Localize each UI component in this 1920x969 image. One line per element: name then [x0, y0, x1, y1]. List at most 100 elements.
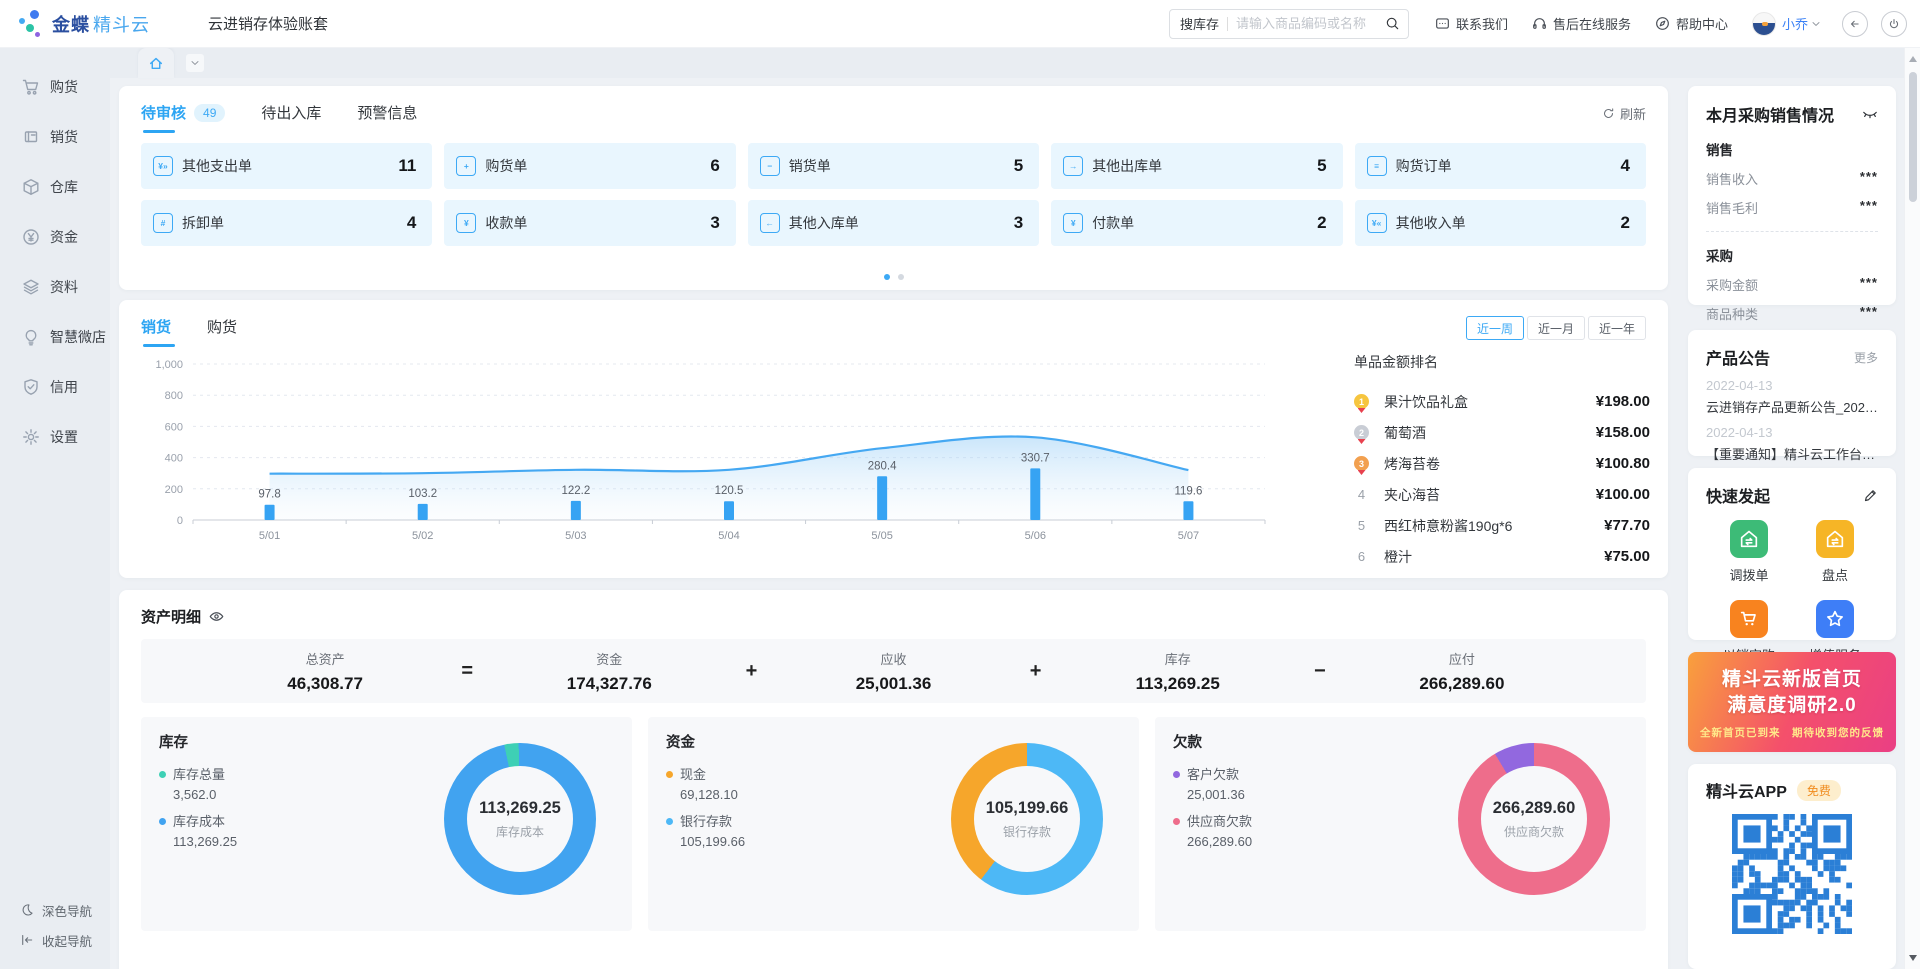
todo-stat-card-1[interactable]: ¥»其他支出单11	[141, 143, 432, 189]
ranking-row-2[interactable]: 2葡萄酒¥158.00	[1354, 417, 1650, 448]
app-qr-code	[1732, 814, 1852, 934]
tab-dropdown-button[interactable]	[186, 54, 204, 72]
carousel-dot-2[interactable]	[898, 274, 904, 280]
brand-name: 金蝶	[52, 11, 90, 37]
inventory-search[interactable]: 搜库存	[1169, 9, 1409, 39]
assets-panel: 资产明细 总资产46,308.77=资金174,327.76+应收25,001.…	[119, 590, 1668, 969]
trend-tab-2[interactable]: 购货	[207, 316, 237, 347]
back-button[interactable]	[1842, 11, 1868, 37]
sidebar-item-4[interactable]: 资金	[0, 212, 110, 262]
sidebar-item-6[interactable]: 智慧微店	[0, 312, 110, 362]
survey-banner[interactable]: 精斗云新版首页 满意度调研2.0 全新首页已到来 期待收到您的反馈	[1688, 652, 1896, 752]
logout-button[interactable]	[1881, 11, 1907, 37]
search-scope-label[interactable]: 搜库存	[1180, 14, 1219, 33]
ranking-row-1[interactable]: 1果汁饮品礼盒¥198.00	[1354, 386, 1650, 417]
formula-term-label: 资金	[596, 649, 622, 668]
todo-stat-card-10[interactable]: ¥«其他收入单2	[1355, 200, 1646, 246]
section-divider	[1706, 231, 1878, 232]
layers-icon	[22, 278, 40, 296]
power-icon	[1887, 17, 1901, 31]
month-row-label: 销售收入	[1706, 169, 1758, 188]
todo-stat-card-6[interactable]: #拆卸单4	[141, 200, 432, 246]
after-sales-service-link[interactable]: 售后在线服务	[1532, 14, 1631, 33]
contact-us-link[interactable]: 联系我们	[1435, 14, 1508, 33]
sidebar-footer-2[interactable]: 收起导航	[0, 925, 110, 955]
announcement-link[interactable]: 【重要通知】精斗云工作台域...	[1706, 444, 1878, 463]
todo-stat-card-7[interactable]: ¥收款单3	[444, 200, 735, 246]
todo-tab-2[interactable]: 待出入库	[261, 102, 321, 133]
ranking-row-3[interactable]: 3烤海苔卷¥100.80	[1354, 448, 1650, 479]
sidebar-footer-label: 收起导航	[42, 931, 92, 950]
formula-operator: =	[439, 660, 495, 683]
range-button-3[interactable]: 近一年	[1588, 316, 1646, 340]
todo-stat-card-3[interactable]: −销货单5	[748, 143, 1039, 189]
announcements-more-link[interactable]: 更多	[1854, 349, 1878, 366]
svg-text:200: 200	[165, 484, 183, 496]
todo-stat-card-5[interactable]: ≡购货订单4	[1355, 143, 1646, 189]
todo-tab-3[interactable]: 预警信息	[357, 102, 417, 133]
range-button-2[interactable]: 近一月	[1527, 316, 1585, 340]
todo-stat-card-9[interactable]: ¥付款单2	[1051, 200, 1342, 246]
sidebar-item-1[interactable]: 购货	[0, 62, 110, 112]
help-center-link[interactable]: 帮助中心	[1655, 14, 1728, 33]
month-summary-row: 销售收入 ***	[1706, 169, 1878, 188]
search-icon[interactable]	[1385, 16, 1400, 31]
trend-tab-1[interactable]: 销货	[141, 316, 171, 347]
avatar[interactable]	[1752, 12, 1776, 36]
scroll-down-arrow[interactable]	[1909, 955, 1917, 961]
sidebar-item-label: 设置	[50, 427, 78, 447]
donut-center: 113,269.25库存成本	[467, 766, 573, 872]
stat-card-label: 其他支出单	[182, 156, 398, 176]
page-scrollbar[interactable]	[1904, 48, 1920, 969]
announcement-date: 2022-04-13	[1706, 425, 1878, 440]
range-button-1[interactable]: 近一周	[1466, 316, 1524, 340]
month-summary-row: 采购金额***	[1706, 275, 1878, 294]
sidebar-item-3[interactable]: 仓库	[0, 162, 110, 212]
announcement-link[interactable]: 云进销存产品更新公告_20220...	[1706, 397, 1878, 416]
carousel-dot-1[interactable]	[884, 274, 890, 280]
scrollbar-thumb[interactable]	[1909, 72, 1917, 202]
todo-stat-card-2[interactable]: +购货单6	[444, 143, 735, 189]
ranking-item-name: 葡萄酒	[1384, 423, 1588, 443]
svg-text:330.7: 330.7	[1021, 452, 1050, 464]
home-tab[interactable]	[138, 48, 174, 78]
refresh-button[interactable]: 刷新	[1602, 104, 1646, 123]
svg-text:5/06: 5/06	[1025, 530, 1046, 542]
month-row-value: ***	[1860, 304, 1878, 323]
message-icon	[1435, 16, 1450, 31]
eye-closed-icon[interactable]	[1862, 106, 1878, 122]
stat-card-count: 5	[1317, 156, 1326, 176]
svg-text:119.6: 119.6	[1174, 485, 1202, 497]
stat-card-label: 付款单	[1092, 213, 1317, 233]
sidebar-item-label: 智慧微店	[50, 327, 106, 347]
sidebar-item-5[interactable]: 资料	[0, 262, 110, 312]
ranking-row-6[interactable]: 6橙汁¥75.00	[1354, 541, 1650, 572]
month-row-value: ***	[1860, 198, 1878, 217]
formula-term-value: 46,308.77	[287, 674, 363, 694]
user-name: 小乔	[1782, 14, 1808, 33]
ranking-item-name: 果汁饮品礼盒	[1384, 392, 1588, 412]
ranking-row-4[interactable]: 4夹心海苔¥100.00	[1354, 479, 1650, 510]
quick-action-2[interactable]: 盘点	[1792, 520, 1878, 584]
sidebar-item-label: 资料	[50, 277, 78, 297]
other-expense-bill-icon: ¥»	[153, 156, 173, 176]
sidebar-item-8[interactable]: 设置	[0, 412, 110, 462]
moon-icon	[20, 903, 34, 917]
pencil-icon[interactable]	[1863, 488, 1878, 503]
svg-text:97.8: 97.8	[258, 489, 280, 501]
search-input[interactable]	[1236, 16, 1385, 31]
ranking-row-5[interactable]: 5西红柿意粉酱190g*6¥77.70	[1354, 510, 1650, 541]
eye-icon[interactable]	[209, 609, 224, 624]
sidebar-item-7[interactable]: 信用	[0, 362, 110, 412]
todo-stat-card-4[interactable]: →其他出库单5	[1051, 143, 1342, 189]
todo-tab-1[interactable]: 待审核49	[141, 102, 225, 133]
scroll-up-arrow[interactable]	[1909, 56, 1917, 62]
quick-action-1[interactable]: 调拨单	[1706, 520, 1792, 584]
month-row-value: ***	[1860, 169, 1878, 188]
sidebar-item-2[interactable]: 销货	[0, 112, 110, 162]
ranking-item-amount: ¥100.00	[1596, 486, 1650, 503]
sidebar-footer-1[interactable]: 深色导航	[0, 895, 110, 925]
user-menu[interactable]: 小乔	[1752, 12, 1822, 36]
sidebar-item-label: 购货	[50, 77, 78, 97]
todo-stat-card-8[interactable]: ←其他入库单3	[748, 200, 1039, 246]
